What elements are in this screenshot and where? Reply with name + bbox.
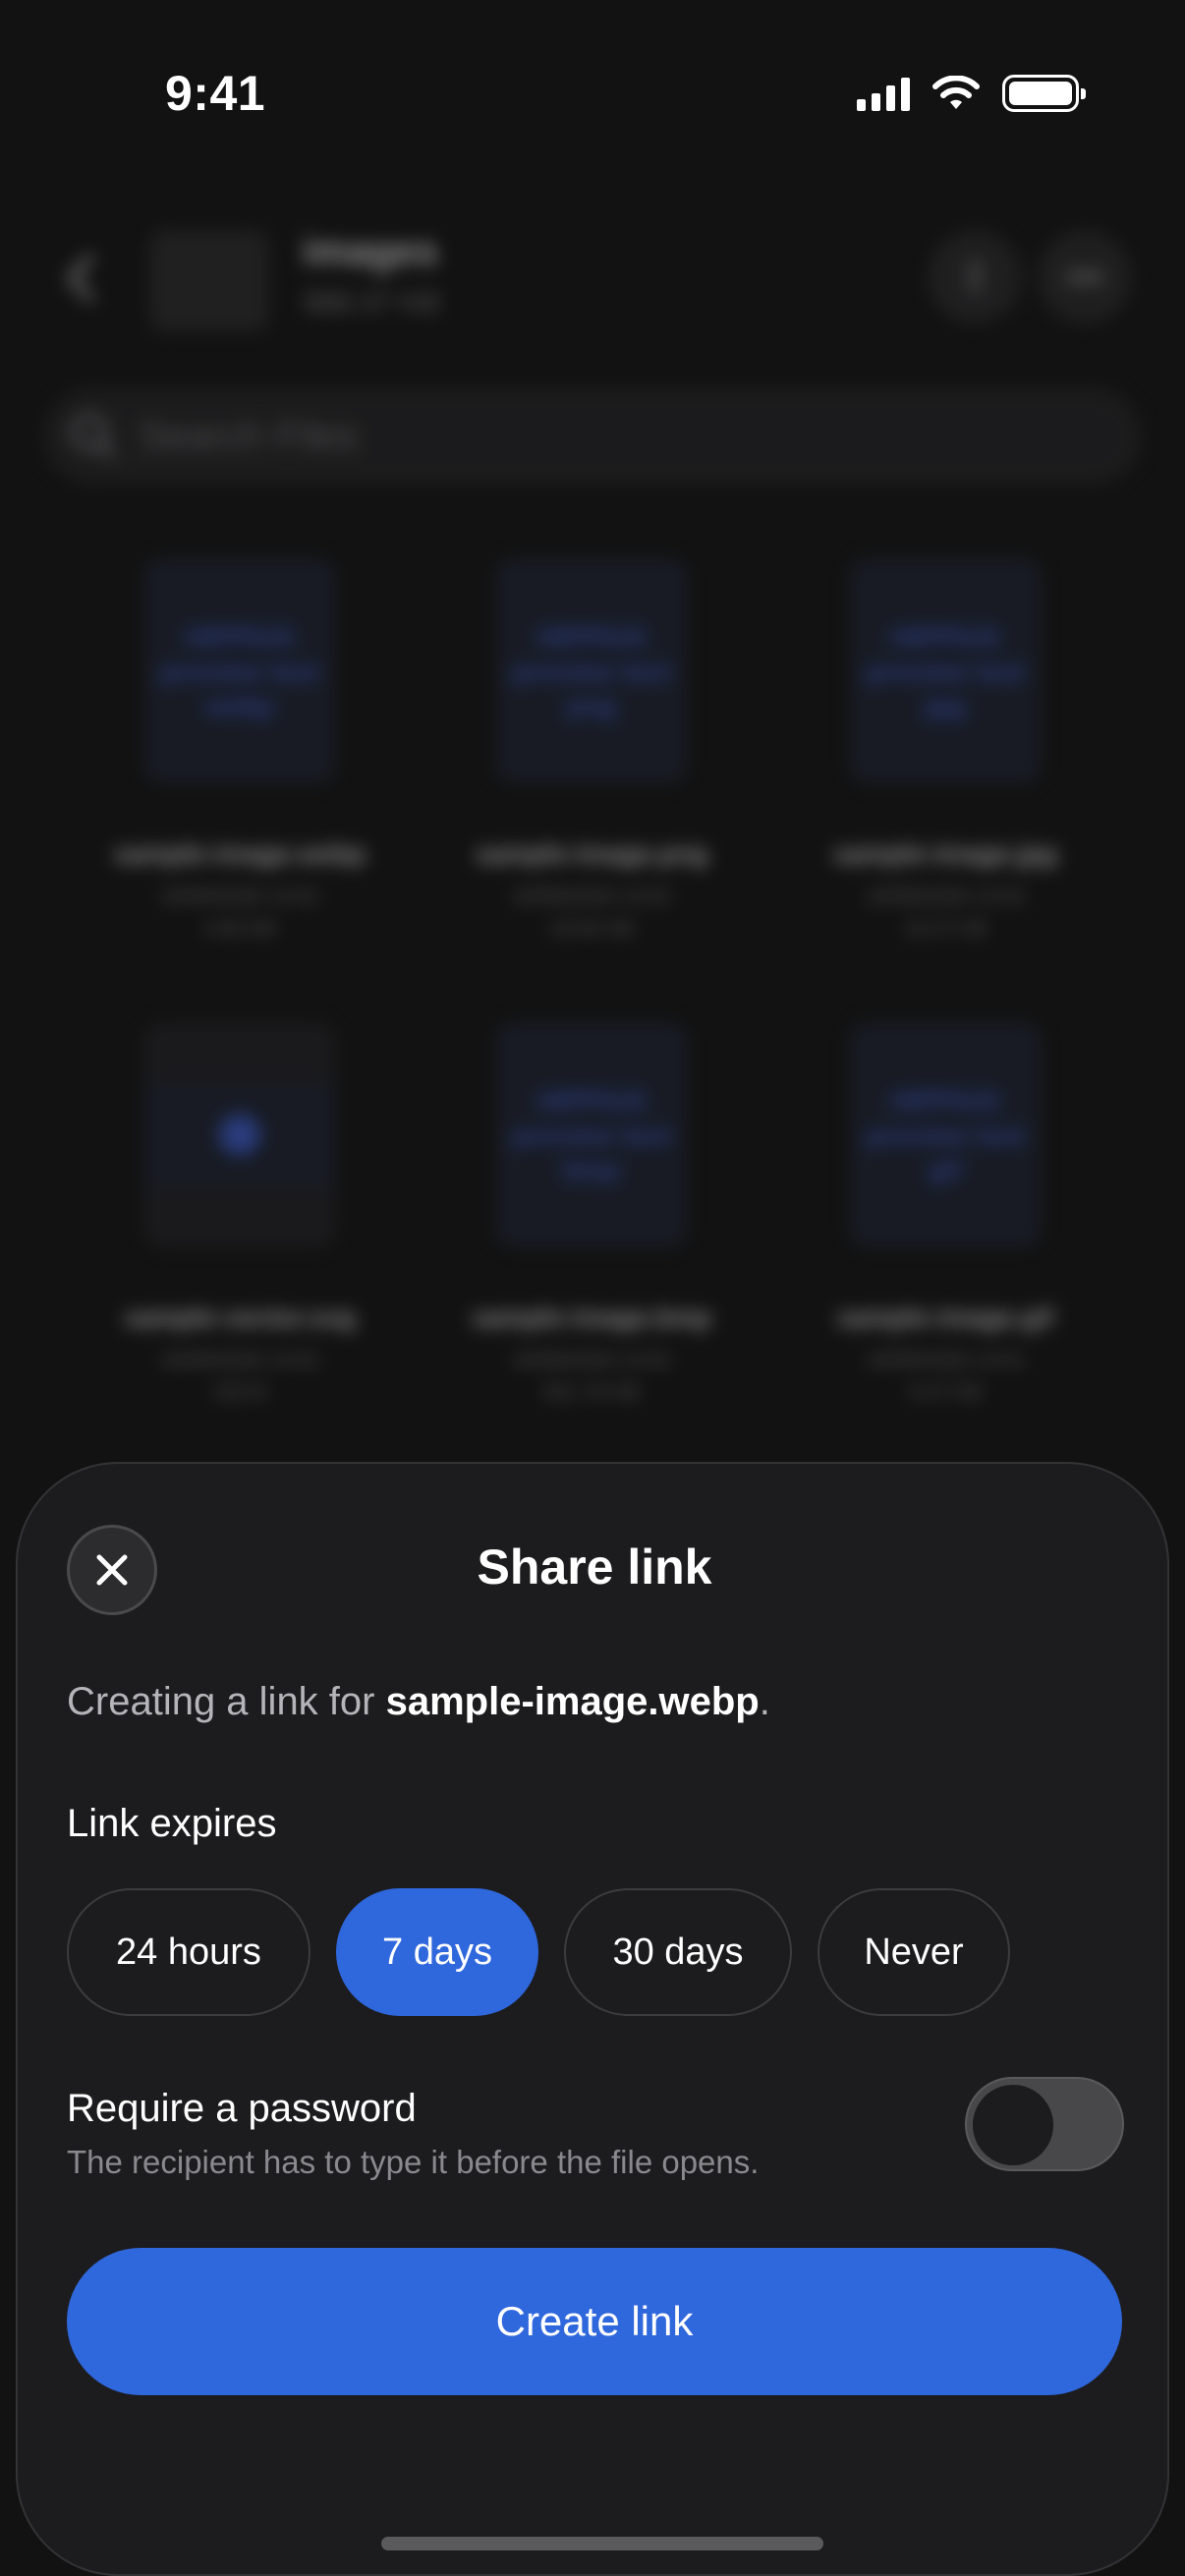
file-date: 16/09/2026 14:52 (865, 885, 1026, 908)
file-date: 16/09/2026 14:51 (865, 1349, 1026, 1372)
file-name: sample-image.bmp (471, 1303, 712, 1332)
file-meta: 16/09/2026 14:52 19.84 KB (444, 881, 739, 945)
file-thumbnail: HIPPIUS preview test bmp (495, 1022, 688, 1248)
file-date: 16/09/2026 14:52 (511, 885, 672, 908)
file-meta: 16/09/2026 14:52 332 B (92, 1345, 387, 1409)
search-input[interactable]: Search Files (43, 387, 1142, 485)
desc-suffix: . (759, 1680, 770, 1723)
file-thumbnail: HIPPIUS preview test webp (143, 558, 336, 784)
file-size: 5.47 KB (908, 1380, 983, 1404)
file-meta: 16/09/2026 14:52 4.66 KB (92, 881, 387, 945)
expires-label: Link expires (67, 1802, 277, 1845)
file-name: sample-image.gif (836, 1303, 1054, 1332)
file-name: sample-vector.svg (124, 1303, 356, 1332)
file-meta: 16/09/2026 14:52 931.76 KB (444, 1345, 739, 1409)
password-description: The recipient has to type it before the … (67, 2144, 760, 2180)
desc-prefix: Creating a link for (67, 1680, 386, 1723)
file-size: 19.27 KB (902, 917, 988, 940)
expiry-options: 24 hours 7 days 30 days Never (67, 1888, 1036, 2016)
share-description: Creating a link for sample-image.webp. (67, 1680, 770, 1724)
expiry-option-7-days[interactable]: 7 days (336, 1888, 538, 2016)
upload-button[interactable]: ↥ (928, 230, 1022, 324)
password-label: Require a password (67, 2087, 417, 2130)
file-thumbnail: HIPPIUS preview test png (495, 558, 688, 784)
status-bar: 9:41 (0, 0, 1185, 187)
file-size: 332 B (212, 1380, 267, 1404)
file-meta: 16/09/2026 14:52 19.27 KB (798, 881, 1093, 945)
file-name: sample-image.jpg (832, 839, 1058, 868)
expiry-option-30-days[interactable]: 30 days (564, 1888, 792, 2016)
file-date: 16/09/2026 14:52 (511, 1349, 672, 1372)
back-icon[interactable] (61, 253, 100, 303)
more-icon: ••• (1066, 256, 1103, 297)
sheet-title: Share link (477, 1540, 712, 1595)
more-button[interactable]: ••• (1038, 230, 1132, 324)
expiry-option-never[interactable]: Never (818, 1888, 1010, 2016)
home-indicator (381, 2537, 823, 2550)
file-meta: 16/09/2026 14:51 5.47 KB (798, 1345, 1093, 1409)
file-size: 19.84 KB (548, 917, 635, 940)
battery-icon (1002, 75, 1086, 112)
file-item[interactable]: HIPPIUS preview test bmp sample-image.bm… (444, 1022, 739, 1409)
upload-icon: ↥ (959, 256, 990, 297)
file-item[interactable]: HIPPIUS preview test webp sample-image.w… (92, 558, 387, 945)
file-size: 931.76 KB (542, 1380, 641, 1404)
file-date: 16/09/2026 14:52 (159, 885, 320, 908)
password-toggle[interactable] (965, 2077, 1124, 2171)
file-thumbnail (143, 1022, 336, 1248)
file-date: 16/09/2026 14:52 (159, 1349, 320, 1372)
header-row: images 988.37 KB ↥ ••• (0, 226, 1185, 334)
status-icons (857, 75, 1086, 112)
file-name: sample-image.webp (113, 839, 367, 868)
file-item[interactable]: sample-vector.svg 16/09/2026 14:52 332 B (92, 1022, 387, 1409)
wifi-icon (932, 76, 980, 109)
file-size: 4.66 KB (202, 917, 277, 940)
toggle-knob (973, 2085, 1053, 2165)
file-name: sample-image.png (475, 839, 708, 868)
file-thumbnail: HIPPIUS preview test gif (849, 1022, 1042, 1248)
file-item[interactable]: HIPPIUS preview test png sample-image.pn… (444, 558, 739, 945)
file-item[interactable]: HIPPIUS preview test gif sample-image.gi… (798, 1022, 1093, 1409)
cellular-signal-icon (857, 76, 910, 111)
search-placeholder: Search Files (140, 414, 359, 458)
folder-size: 988.37 KB (303, 287, 441, 319)
share-link-sheet: Share link Creating a link for sample-im… (16, 1462, 1169, 2576)
folder-title: images (303, 230, 438, 273)
file-thumbnail: HIPPIUS preview test jpg (849, 558, 1042, 784)
create-link-button[interactable]: Create link (67, 2248, 1122, 2395)
folder-thumbnail (149, 230, 269, 332)
file-item[interactable]: HIPPIUS preview test jpg sample-image.jp… (798, 558, 1093, 945)
desc-filename: sample-image.webp (385, 1680, 760, 1723)
expiry-option-24-hours[interactable]: 24 hours (67, 1888, 310, 2016)
search-icon (71, 414, 116, 459)
status-time: 9:41 (165, 66, 266, 121)
